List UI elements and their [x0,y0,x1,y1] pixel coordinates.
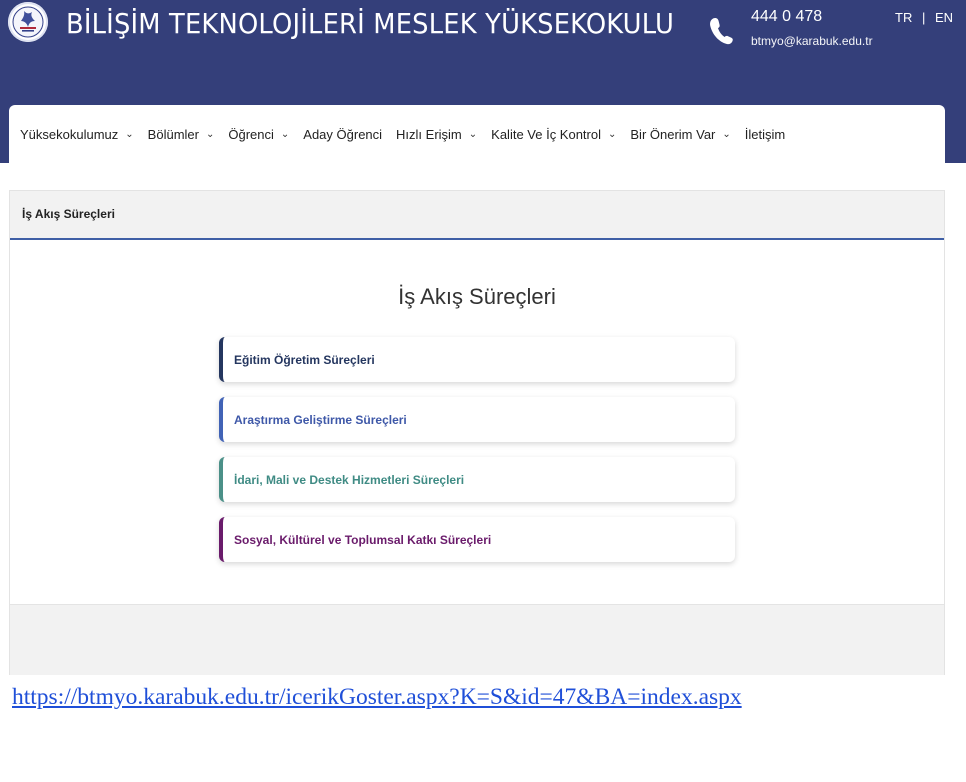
chevron-down-icon: ⌄ [125,128,134,140]
breadcrumb-title: İş Akış Süreçleri [22,207,115,221]
nav-item-label: Kalite Ve İç Kontrol [491,126,601,142]
nav-item-label: Bölümler [147,126,199,142]
nav-item-ogrenci[interactable]: Öğrenci ⌄ [228,127,289,142]
contact-phone[interactable]: 444 0 478 [751,8,822,26]
lang-separator: | [921,10,926,25]
content-card: İş Akış Süreçleri İş Akış Süreçleri Eğit… [9,190,945,675]
page-title: İş Akış Süreçleri [398,284,556,309]
chevron-down-icon: ⌄ [205,128,215,140]
lang-en-link[interactable]: EN [935,10,953,25]
chevron-down-icon: ⌄ [608,128,617,140]
chevron-down-icon: ⌄ [722,128,731,140]
process-link-label: Sosyal, Kültürel ve Toplumsal Katkı Süre… [234,532,492,547]
card-body: İş Akış Süreçleri Eğitim Öğretim Süreçle… [10,240,944,604]
nav-item-label: İletişim [744,126,786,142]
nav-item-label: Hızlı Erişim [396,126,462,142]
nav-item-iletisim[interactable]: İletişim [745,127,785,142]
process-link-egitim[interactable]: Eğitim Öğretim Süreçleri [219,337,735,382]
language-switcher: TR | EN [895,10,953,25]
nav-item-label: Aday Öğrenci [303,126,383,142]
phone-icon [710,18,733,45]
nav-item-hizli-erisim[interactable]: Hızlı Erişim ⌄ [396,127,477,142]
site-title[interactable]: BİLİŞİM TEKNOLOJİLERİ MESLEK YÜKSEKOKULU [66,7,674,40]
nav-item-label: Yüksekokulumuz [20,126,119,142]
nav-item-aday-ogrenci[interactable]: Aday Öğrenci [303,127,382,142]
process-link-label: Araştırma Geliştirme Süreçleri [234,412,407,427]
process-link-arastirma[interactable]: Araştırma Geliştirme Süreçleri [219,397,735,442]
process-link-label: Eğitim Öğretim Süreçleri [234,352,375,367]
card-header: İş Akış Süreçleri [10,191,944,240]
process-link-idari[interactable]: İdari, Mali ve Destek Hizmetleri Süreçle… [219,457,735,502]
process-link-label: İdari, Mali ve Destek Hizmetleri Süreçle… [234,472,465,487]
main-nav: Yüksekokulumuz ⌄ Bölümler ⌄ Öğrenci ⌄ Ad… [9,105,945,163]
card-footer [10,604,944,675]
nav-item-oneri[interactable]: Bir Önerim Var ⌄ [630,127,730,142]
nav-item-label: Öğrenci [228,126,274,142]
page-url-link[interactable]: https://btmyo.karabuk.edu.tr/icerikGoste… [12,679,957,715]
nav-item-bolumler[interactable]: Bölümler ⌄ [148,127,215,142]
process-link-sosyal[interactable]: Sosyal, Kültürel ve Toplumsal Katkı Süre… [219,517,735,562]
chevron-down-icon: ⌄ [280,128,290,140]
university-logo-icon [12,6,44,38]
contact-email[interactable]: btmyo@karabuk.edu.tr [751,34,873,48]
lang-tr-link[interactable]: TR [895,10,912,25]
nav-item-label: Bir Önerim Var [630,126,716,142]
university-logo[interactable] [8,2,48,42]
chevron-down-icon: ⌄ [468,128,478,140]
nav-item-kalite[interactable]: Kalite Ve İç Kontrol ⌄ [491,127,616,142]
nav-item-yuksekokulumuz[interactable]: Yüksekokulumuz ⌄ [20,127,134,142]
